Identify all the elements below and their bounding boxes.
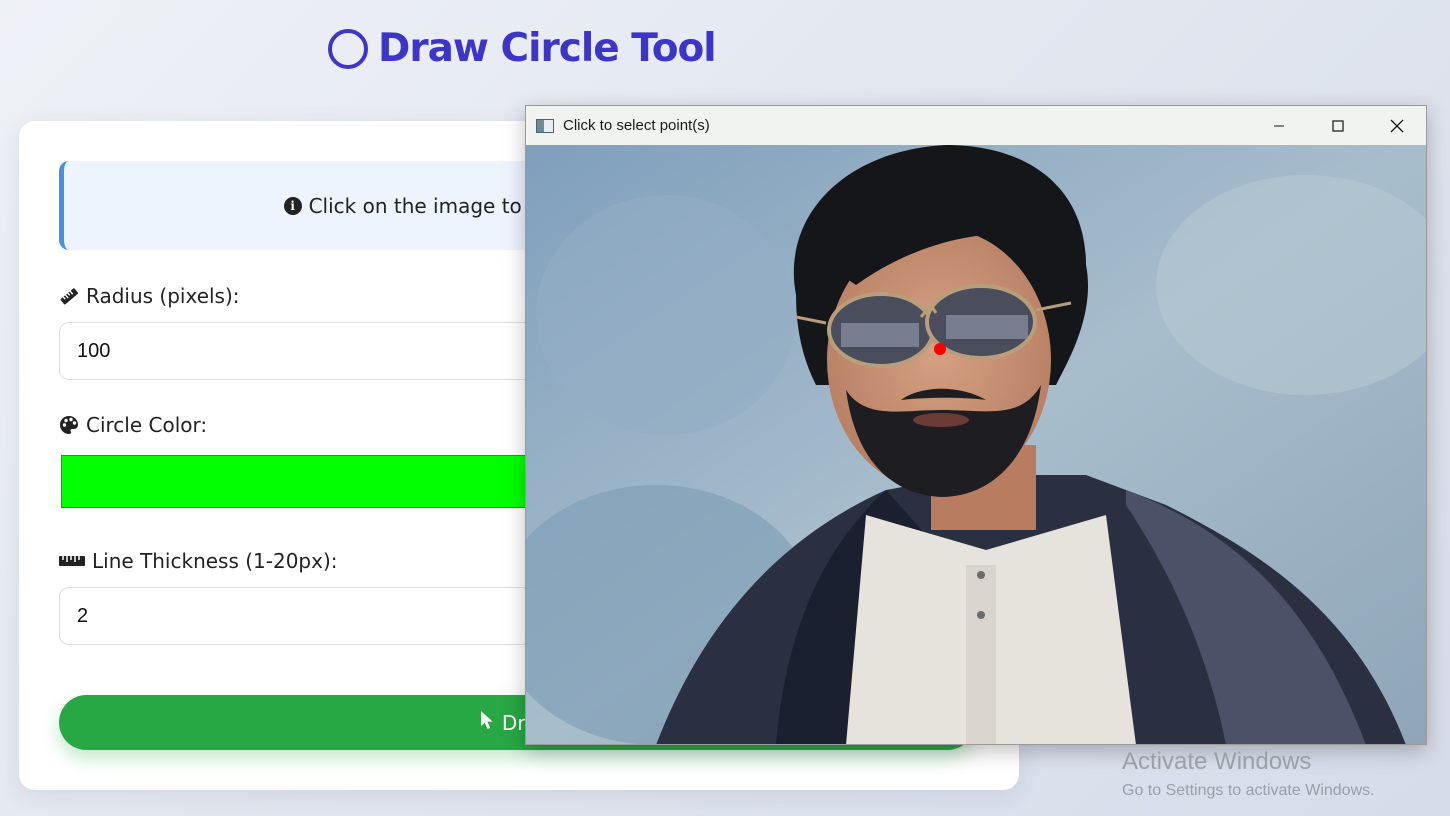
palette-icon	[59, 415, 79, 435]
info-circle-icon: i	[283, 196, 302, 215]
window-title: Click to select point(s)	[563, 117, 710, 134]
window-titlebar[interactable]: Click to select point(s)	[526, 106, 1426, 145]
image-window-icon	[536, 118, 554, 133]
minimize-icon	[1273, 125, 1284, 126]
select-point-window: Click to select point(s)	[525, 105, 1427, 745]
maximize-icon	[1331, 119, 1344, 132]
minimize-button[interactable]	[1249, 106, 1308, 145]
radius-label-text: Radius (pixels):	[86, 284, 240, 308]
selected-point-marker	[934, 343, 946, 355]
color-label: Circle Color:	[59, 413, 207, 437]
ruler-diagonal-icon	[59, 286, 79, 306]
photo-canvas[interactable]	[526, 145, 1426, 745]
mouse-pointer-icon	[480, 710, 494, 735]
close-button[interactable]	[1367, 106, 1426, 145]
thickness-label-text: Line Thickness (1-20px):	[92, 549, 338, 573]
thickness-label: Line Thickness (1-20px):	[59, 549, 338, 573]
page-title-text: Draw Circle Tool	[378, 26, 717, 71]
ruler-horizontal-icon	[59, 551, 85, 571]
radius-label: Radius (pixels):	[59, 284, 240, 308]
circle-outline-icon	[328, 28, 368, 69]
watermark-subtitle: Go to Settings to activate Windows.	[1122, 782, 1375, 799]
color-label-text: Circle Color:	[86, 413, 208, 437]
maximize-button[interactable]	[1308, 106, 1367, 145]
watermark-title: Activate Windows	[1122, 748, 1312, 775]
activate-windows-watermark: Activate Windows Go to Settings to activ…	[1122, 748, 1375, 800]
page-title: Draw Circle Tool	[328, 26, 717, 71]
close-icon	[1390, 119, 1403, 132]
